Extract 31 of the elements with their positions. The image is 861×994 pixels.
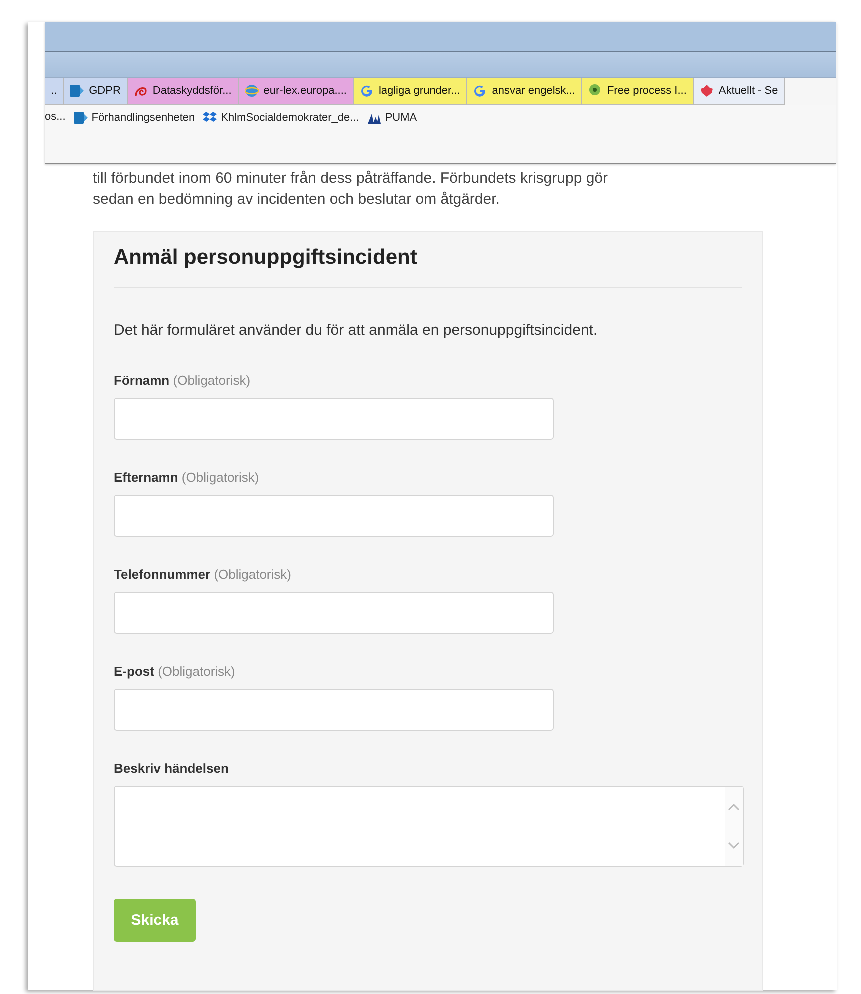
browser-tab[interactable]: .. bbox=[45, 78, 64, 105]
leaf-icon bbox=[700, 84, 714, 98]
pin-icon bbox=[588, 84, 602, 98]
text-field[interactable] bbox=[114, 689, 554, 731]
intro-text: till förbundet inom 60 minuter från dess påträffande. Förbundets krisgrupp gör bbox=[93, 169, 610, 189]
bookmark-link[interactable]: PUMA bbox=[367, 111, 418, 125]
browser-tab[interactable]: Dataskyddsför... bbox=[128, 78, 239, 105]
field-label: Telefonnummer (Obligatorisk) bbox=[114, 567, 292, 582]
bookmark-link[interactable]: KhlmSocialdemokrater_de... bbox=[203, 111, 360, 125]
field-label: E-post (Obligatorisk) bbox=[114, 664, 236, 679]
text-field[interactable] bbox=[114, 398, 554, 440]
browser-tab[interactable]: GDPR bbox=[64, 78, 128, 105]
field-label: Efternamn (Obligatorisk) bbox=[114, 470, 260, 485]
form-description: Det här formuläret använder du för att anmäla en personuppgiftsincident. bbox=[114, 322, 599, 339]
text-field[interactable] bbox=[114, 495, 554, 537]
bookmark-link[interactable]: os... bbox=[45, 111, 66, 123]
intro-text: sedan en bedömning av incidenten och beslutar om åtgärder. bbox=[93, 190, 501, 210]
scroll-up-icon[interactable] bbox=[728, 802, 740, 811]
form-title: Anmäl personuppgiftsincident bbox=[114, 246, 742, 288]
browser-tab[interactable]: Free process I... bbox=[582, 78, 694, 105]
text-field[interactable] bbox=[114, 592, 554, 634]
text-area[interactable] bbox=[114, 786, 744, 867]
browser-tab[interactable]: Aktuellt - Se bbox=[694, 78, 786, 105]
browser-tab[interactable]: lagliga grunder... bbox=[354, 78, 468, 105]
browser-tab[interactable]: eur-lex.europa.... bbox=[238, 78, 354, 105]
field-label: Beskriv händelsen bbox=[114, 761, 230, 776]
globe-icon bbox=[244, 84, 259, 98]
field-label: Förnamn (Obligatorisk) bbox=[114, 373, 252, 388]
browser-tab[interactable]: ansvar engelsk... bbox=[467, 78, 582, 105]
bookmark-link[interactable]: Förhandlingsenheten bbox=[74, 111, 196, 125]
scroll-down-icon[interactable] bbox=[728, 842, 740, 850]
